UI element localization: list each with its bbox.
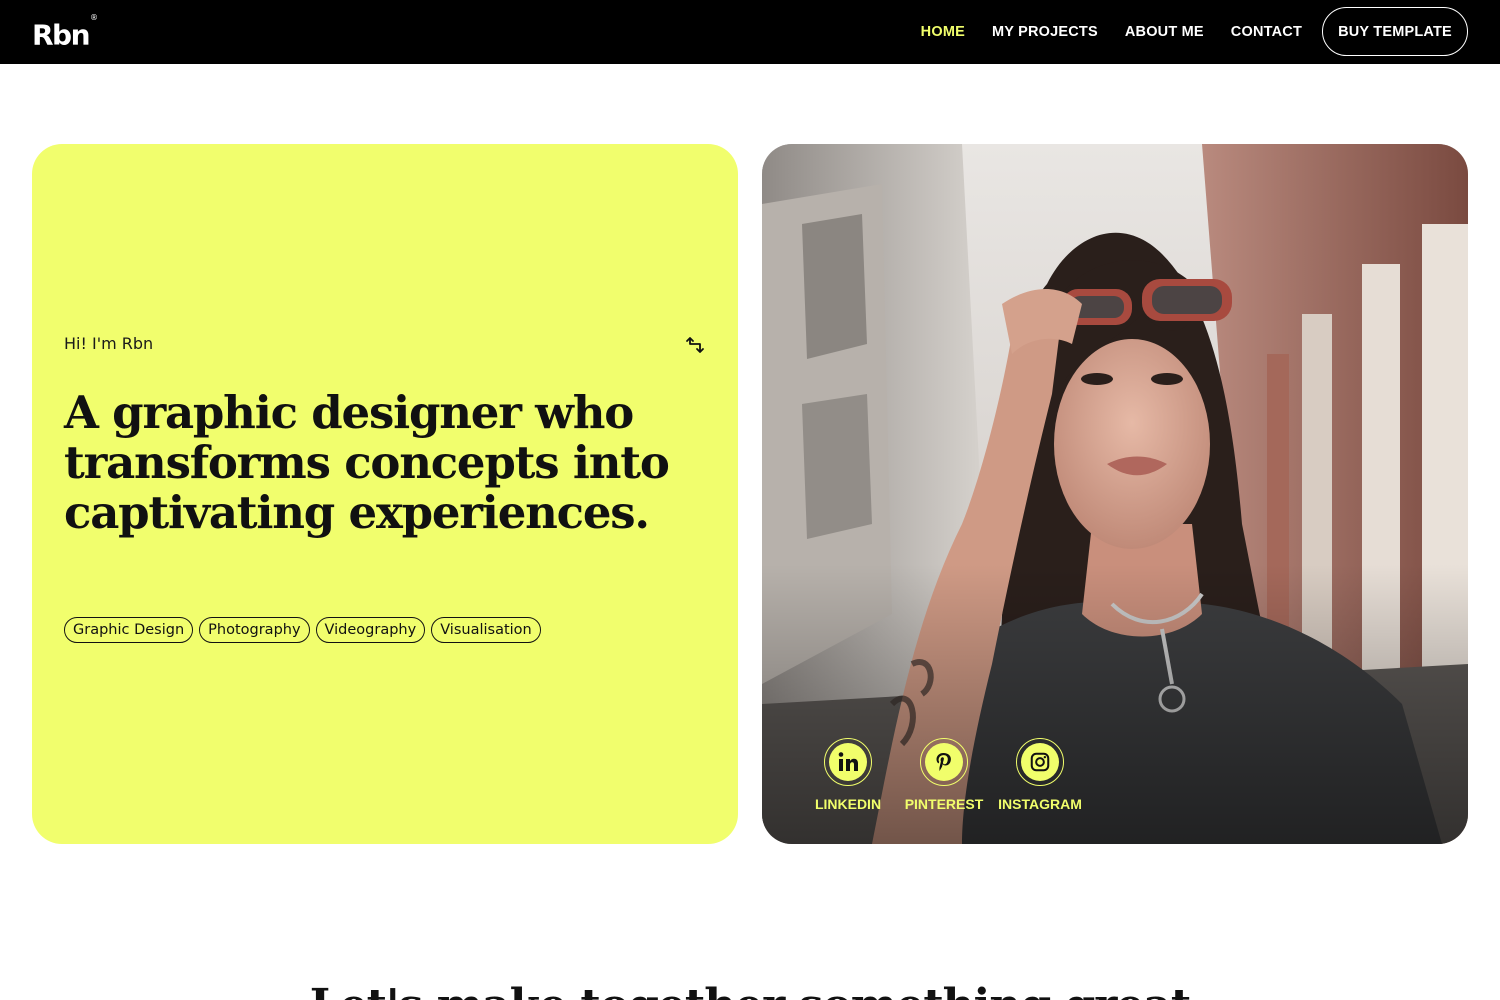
instagram-link[interactable]: INSTAGRAM — [992, 738, 1088, 812]
logo-text: Rbn — [32, 18, 91, 52]
skill-tags: Graphic Design Photography Videography V… — [64, 617, 541, 643]
pinterest-icon — [936, 753, 951, 771]
skill-tag: Visualisation — [431, 617, 541, 643]
linkedin-label: LINKEDIN — [814, 796, 882, 812]
nav-home-link[interactable]: HOME — [921, 24, 965, 40]
turn-arrow-icon[interactable] — [684, 334, 706, 356]
nav-my-projects-link[interactable]: MY PROJECTS — [992, 24, 1098, 40]
greeting-text: Hi! I'm Rbn — [64, 334, 154, 353]
skill-tag: Photography — [199, 617, 310, 643]
skill-tag: Graphic Design — [64, 617, 194, 643]
nav-about-me-link[interactable]: ABOUT ME — [1125, 24, 1204, 40]
logo[interactable]: Rbn® — [32, 13, 99, 52]
instagram-icon — [1030, 752, 1050, 772]
logo-registered-mark: ® — [90, 13, 99, 22]
instagram-label: INSTAGRAM — [998, 796, 1082, 812]
instagram-badge — [1016, 738, 1064, 786]
buy-template-button[interactable]: BUY TEMPLATE — [1322, 7, 1468, 56]
pinterest-badge — [920, 738, 968, 786]
linkedin-link[interactable]: LINKEDIN — [800, 738, 896, 812]
pinterest-label: PINTEREST — [904, 796, 984, 812]
pinterest-link[interactable]: PINTEREST — [896, 738, 992, 812]
social-links: LINKEDIN PINTEREST INSTAGRAM — [800, 738, 1088, 812]
linkedin-badge — [824, 738, 872, 786]
section-heading: Let's make together something great — [0, 980, 1500, 1000]
nav-contact-link[interactable]: CONTACT — [1231, 24, 1302, 40]
intro-card: Hi! I'm Rbn A graphic designer who trans… — [32, 144, 738, 844]
linkedin-icon — [838, 752, 858, 771]
hero-headline: A graphic designer who transforms concep… — [64, 386, 670, 539]
top-navbar: Rbn® HOME MY PROJECTS ABOUT ME CONTACT B… — [0, 0, 1500, 64]
portrait-photo-card: LINKEDIN PINTEREST INSTAGRAM — [762, 144, 1468, 844]
skill-tag: Videography — [315, 617, 426, 643]
main-nav: HOME MY PROJECTS ABOUT ME CONTACT BUY TE… — [894, 7, 1468, 56]
